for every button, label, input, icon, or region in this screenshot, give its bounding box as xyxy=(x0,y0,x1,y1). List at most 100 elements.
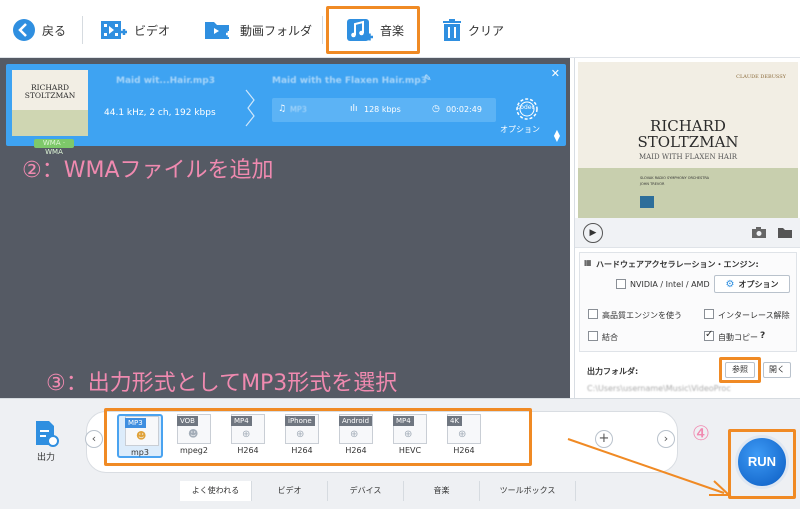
camera-icon[interactable] xyxy=(751,226,767,239)
output-path: C:\Users\username\Music\VideoProc xyxy=(587,384,731,393)
cover-artist-2: STOLTZMAN xyxy=(637,133,739,151)
format-symbol-icon: ☻ xyxy=(188,429,199,440)
output-profile-button[interactable]: 出力 xyxy=(24,419,68,467)
clear-label: クリア xyxy=(468,23,505,38)
clear-button[interactable]: クリア xyxy=(442,12,504,48)
edit-name-icon[interactable]: ✎ xyxy=(424,74,432,84)
open-button[interactable]: 開く xyxy=(763,362,791,378)
format-tab[interactable]: ツールボックス xyxy=(480,481,576,501)
format-tile[interactable]: MP4 ⊕ HEVC xyxy=(387,414,433,458)
gear-icon: ⚙ xyxy=(725,278,735,290)
hq-engine-label: 高品質エンジンを使う xyxy=(602,311,682,320)
back-label: 戻る xyxy=(42,23,67,38)
format-caption: mp3 xyxy=(131,448,149,457)
auto-copy-label: 自動コピー xyxy=(718,333,758,342)
format-tag: iPhone xyxy=(285,416,315,426)
video-label: ビデオ xyxy=(134,23,171,38)
deinterlace-checkbox[interactable] xyxy=(704,309,714,319)
auto-copy-checkbox[interactable] xyxy=(704,329,714,341)
format-tab[interactable]: 音楽 xyxy=(404,481,480,501)
format-tag: MP3 xyxy=(125,418,146,428)
merge-checkbox[interactable] xyxy=(588,331,598,341)
run-button[interactable]: RUN xyxy=(735,435,789,489)
step4-annotation: ④ xyxy=(692,421,710,445)
add-video-button[interactable]: ビデオ xyxy=(100,12,170,48)
format-tile[interactable]: MP4 ⊕ H264 xyxy=(225,414,271,458)
play-icon[interactable]: ▶ xyxy=(583,223,603,243)
format-tab[interactable]: よく使われる xyxy=(180,481,252,501)
format-tag: Android xyxy=(339,416,373,426)
format-symbol-icon: ⊕ xyxy=(350,429,359,440)
codec-badge-label: codec xyxy=(517,104,535,111)
album-cover-thumb: RICHARD STOLTZMAN xyxy=(12,70,88,136)
row-scroll-arrows-icon[interactable]: ▲ ▼ xyxy=(554,129,560,143)
folder-plus-icon xyxy=(205,22,232,39)
source-info: 44.1 kHz, 2 ch, 192 kbps xyxy=(104,108,216,118)
help-icon[interactable]: ? xyxy=(760,331,765,341)
add-music-button[interactable]: 音楽 xyxy=(346,12,404,48)
bitrate-icon: ılı xyxy=(350,104,358,114)
open-folder-icon[interactable] xyxy=(777,226,793,239)
album-cover-large: CLAUDE DEBUSSY RICHARD STOLTZMAN MAID WI… xyxy=(578,62,798,218)
toolbar-divider xyxy=(322,16,323,44)
cover-title: MAID WITH FLAXEN HAIR xyxy=(639,153,737,161)
format-tag: VOB xyxy=(177,416,198,426)
nvidia-checkbox[interactable] xyxy=(616,279,626,289)
back-arrow-icon xyxy=(13,19,35,41)
format-caption: HEVC xyxy=(398,446,422,455)
format-symbol-icon: ☻ xyxy=(136,431,147,442)
thumb-artist-1: RICHARD xyxy=(31,83,69,92)
format-caption: H264 xyxy=(345,446,367,455)
format-tab[interactable]: デバイス xyxy=(328,481,404,501)
deinterlace-label: インターレース解除 xyxy=(718,311,790,320)
settings-panel: ▦ ハードウェアアクセラレーション・エンジン: NVIDIA / Intel /… xyxy=(579,252,797,352)
output-label: 出力 xyxy=(36,453,55,463)
format-tile[interactable]: 4K ⊕ H264 xyxy=(441,414,487,458)
hq-engine-checkbox[interactable] xyxy=(588,309,598,319)
step2-annotation: ②：WMAファイルを追加 xyxy=(22,158,274,183)
format-tag: MP4 xyxy=(393,416,414,426)
cover-composer: CLAUDE DEBUSSY xyxy=(736,74,786,80)
format-tile[interactable]: MP3 ☻ mp3 xyxy=(117,414,163,458)
format-caption: H264 xyxy=(291,446,313,455)
music-plus-icon xyxy=(347,19,373,41)
chip-icon: ▦ xyxy=(584,258,592,267)
back-button[interactable]: 戻る xyxy=(12,12,66,48)
music-label: 音楽 xyxy=(380,23,405,38)
step3-annotation: ③：出力形式としてMP3形式を選択 xyxy=(46,371,398,396)
folder-label: 動画フォルダ xyxy=(240,23,313,38)
format-tile[interactable]: VOB ☻ mpeg2 xyxy=(171,414,217,458)
output-filename: Maid with the Flaxen Hair.mp3 xyxy=(272,76,427,86)
right-panel: CLAUDE DEBUSSY RICHARD STOLTZMAN MAID WI… xyxy=(574,58,800,398)
cover-leader: JOHN TREVOR xyxy=(640,182,665,186)
output-folder-section: 出力フォルダ: 参照 開く C:\Users\username\Music\Vi… xyxy=(579,356,797,396)
merge-label: 結合 xyxy=(602,333,618,342)
toolbar: 戻る ビデオ 動画フォルダ 音楽 クリア xyxy=(0,0,800,58)
remove-file-icon[interactable]: ✕ xyxy=(551,67,560,80)
toolbar-divider xyxy=(82,16,83,44)
preview-window: CLAUDE DEBUSSY RICHARD STOLTZMAN MAID WI… xyxy=(578,62,798,218)
audio-codec-icon: ♫ xyxy=(278,104,287,114)
file-thumbnail: RICHARD STOLTZMAN xyxy=(12,70,88,136)
browse-button[interactable]: 参照 xyxy=(725,362,755,378)
format-tile[interactable]: Android ⊕ H264 xyxy=(333,414,379,458)
output-bitrate: 128 kbps xyxy=(364,105,401,114)
option-label[interactable]: オプション xyxy=(500,124,540,135)
output-doc-gear-icon xyxy=(36,421,59,447)
hw-option-button[interactable]: ⚙ オプション xyxy=(714,275,790,293)
convert-arrow-icon xyxy=(245,89,255,127)
clock-icon: ◷ xyxy=(432,104,440,114)
source-filename: Maid wit...Hair.mp3 xyxy=(116,76,215,86)
format-tab[interactable]: ビデオ xyxy=(252,481,328,501)
output-info-box: ♫ MP3 ılı 128 kbps ◷ 00:02:49 xyxy=(272,98,496,122)
thumb-artist-2: STOLTZMAN xyxy=(24,91,76,100)
format-prev-icon[interactable]: ‹ xyxy=(85,430,103,448)
format-symbol-icon: ⊕ xyxy=(404,429,413,440)
add-folder-button[interactable]: 動画フォルダ xyxy=(204,12,312,48)
format-caption: mpeg2 xyxy=(180,446,208,455)
hw-accel-label: ハードウェアアクセラレーション・エンジン: xyxy=(596,260,759,269)
format-tag: 4K xyxy=(447,416,463,426)
file-row[interactable]: RICHARD STOLTZMAN WMA · WMA Maid wit...H… xyxy=(6,64,566,156)
annotation-arrow xyxy=(567,438,732,496)
format-tile[interactable]: iPhone ⊕ H264 xyxy=(279,414,325,458)
